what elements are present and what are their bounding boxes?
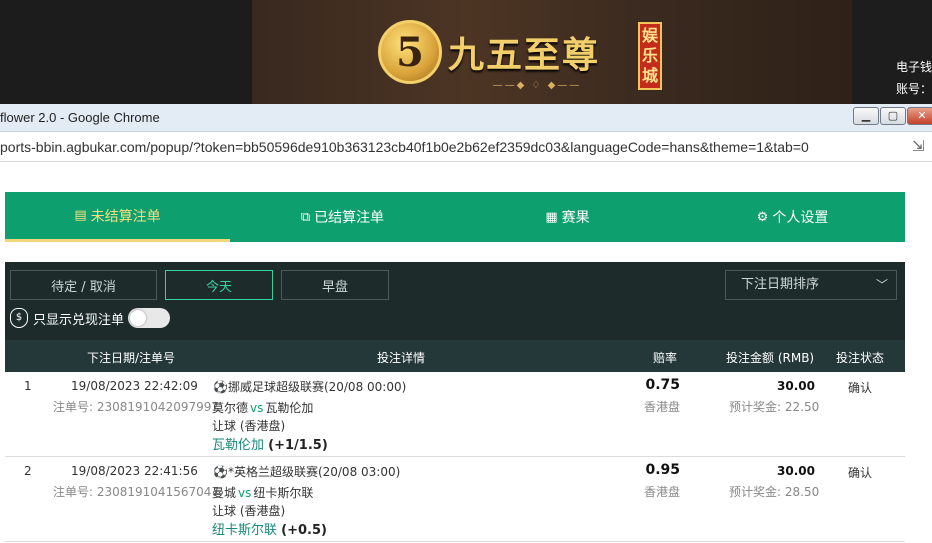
stake-amount: 30.00	[777, 464, 815, 478]
tab-label: 赛果	[561, 210, 590, 226]
odds-value: 0.95	[645, 462, 680, 478]
pick-handicap: (+1/1.5)	[268, 438, 328, 453]
odds-value: 0.75	[645, 377, 680, 393]
match-teams: 莫尔德 vs 瓦勒伦加	[212, 399, 313, 416]
casino-badge: 娱乐城	[638, 22, 662, 90]
casino-banner: 5 九五至尊 ——◆ ♢ ◆—— 娱乐城 电子钱 账号：	[0, 0, 932, 104]
bet-status: 确认	[848, 381, 873, 395]
estimated-payout: 预计奖金: 28.50	[729, 485, 820, 499]
pick-team: 纽卡斯尔联	[212, 523, 278, 538]
sort-dropdown[interactable]: 下注日期排序 ﹀	[725, 270, 897, 300]
minimize-button[interactable]: ▁	[853, 107, 879, 125]
casino-logo-icon: 5	[378, 20, 442, 84]
bet-market: 让球 (香港盘)	[212, 419, 286, 433]
cashout-filter: $ 只显示兑现注单	[10, 306, 171, 330]
pick-team: 瓦勒伦加	[212, 438, 265, 453]
tab-settled-bets[interactable]: ⧉ 已结算注单	[230, 192, 455, 242]
today-button[interactable]: 今天	[165, 270, 273, 300]
header-details: 投注详情	[377, 351, 426, 365]
maximize-button[interactable]: ▢	[880, 107, 906, 125]
bet-id: 注单号: 2308191042097997	[53, 400, 220, 414]
wallet-label: 电子钱	[896, 60, 932, 74]
logo-ornament: ——◆ ♢ ◆——	[492, 80, 582, 91]
league-name: ⚽挪威足球超级联赛(20/08 00:00)	[213, 380, 407, 394]
away-team: 纽卡斯尔联	[253, 486, 314, 500]
bet-pick: 纽卡斯尔联 (+0.5)	[212, 519, 327, 538]
bet-date: 19/08/2023 22:42:09	[71, 379, 198, 393]
away-team: 瓦勒伦加	[265, 401, 314, 415]
window-titlebar[interactable]: flower 2.0 - Google Chrome ▁ ▢ ✕	[0, 104, 932, 132]
close-button[interactable]: ✕	[907, 107, 932, 125]
vs-label: vs	[250, 401, 264, 415]
header-stake: 投注金额 (RMB)	[726, 351, 815, 365]
chevron-down-icon: ﹀	[875, 278, 888, 292]
header-status: 投注状态	[836, 351, 885, 365]
settled-icon: ⧉	[300, 209, 311, 225]
results-icon: ▦	[545, 209, 558, 225]
bet-id: 注单号: 2308191041567047	[53, 485, 220, 499]
home-team: 莫尔德	[212, 401, 249, 415]
money-bag-icon: $	[10, 308, 28, 328]
filter-panel: 待定 / 取消 今天 早盘 下注日期排序 ﹀ $ 只显示兑现注单	[5, 262, 905, 340]
page-info-icon[interactable]: ⇲	[912, 137, 925, 155]
tab-unsettled-bets[interactable]: ▤ 未结算注单	[5, 192, 230, 242]
bet-nav-bar: ▤ 未结算注单 ⧉ 已结算注单 ▦ 赛果 ⚙ 个人设置	[5, 192, 905, 242]
vs-label: vs	[238, 486, 252, 500]
tab-personal-settings[interactable]: ⚙ 个人设置	[680, 192, 905, 242]
odds-type: 香港盘	[644, 400, 681, 414]
estimated-payout: 预计奖金: 22.50	[729, 400, 820, 414]
bet-date: 19/08/2023 22:41:56	[71, 464, 198, 478]
table-row[interactable]: 1 19/08/2023 22:42:09 注单号: 2308191042097…	[5, 372, 905, 457]
bet-slip-icon: ▤	[74, 208, 87, 223]
address-bar[interactable]: ports-bbin.agbukar.com/popup/?token=bb50…	[0, 132, 932, 162]
pending-cancel-button[interactable]: 待定 / 取消	[10, 270, 157, 300]
tab-label: 个人设置	[772, 210, 829, 226]
odds-type: 香港盘	[644, 485, 681, 499]
window-title: flower 2.0 - Google Chrome	[0, 110, 160, 125]
league-name: ⚽*英格兰超级联赛(20/08 03:00)	[213, 465, 401, 479]
row-number: 2	[24, 464, 32, 478]
toggle-knob	[130, 310, 147, 326]
stake-amount: 30.00	[777, 379, 815, 393]
sort-value: 下注日期排序	[741, 277, 820, 292]
row-number: 1	[24, 379, 32, 393]
match-teams: 曼城 vs 纽卡斯尔联	[212, 484, 313, 501]
home-team: 曼城	[212, 486, 237, 500]
bet-history-popup: ▤ 未结算注单 ⧉ 已结算注单 ▦ 赛果 ⚙ 个人设置 待定 / 取消 今天 早…	[0, 162, 932, 543]
tab-label: 未结算注单	[90, 208, 161, 225]
table-row[interactable]: 2 19/08/2023 22:41:56 注单号: 2308191041567…	[5, 457, 905, 542]
casino-logo-text: 九五至尊	[448, 34, 601, 76]
bet-pick: 瓦勒伦加 (+1/1.5)	[212, 434, 328, 453]
account-label: 账号：	[896, 82, 932, 96]
banner-left-panel	[0, 0, 252, 104]
tab-results[interactable]: ▦ 赛果	[455, 192, 680, 242]
cashout-toggle[interactable]	[128, 308, 171, 328]
early-market-button[interactable]: 早盘	[281, 270, 389, 300]
table-header: 下注日期/注单号 投注详情 赔率 投注金额 (RMB) 投注状态	[5, 340, 905, 372]
gear-icon: ⚙	[756, 209, 769, 225]
url-text[interactable]: ports-bbin.agbukar.com/popup/?token=bb50…	[0, 139, 809, 155]
header-date-id: 下注日期/注单号	[87, 351, 176, 365]
header-odds: 赔率	[653, 351, 678, 365]
tab-label: 已结算注单	[314, 210, 385, 226]
pick-handicap: (+0.5)	[281, 523, 327, 538]
cashout-label: 只显示兑现注单	[33, 312, 125, 328]
bet-market: 让球 (香港盘)	[212, 504, 286, 518]
bet-status: 确认	[848, 466, 873, 480]
